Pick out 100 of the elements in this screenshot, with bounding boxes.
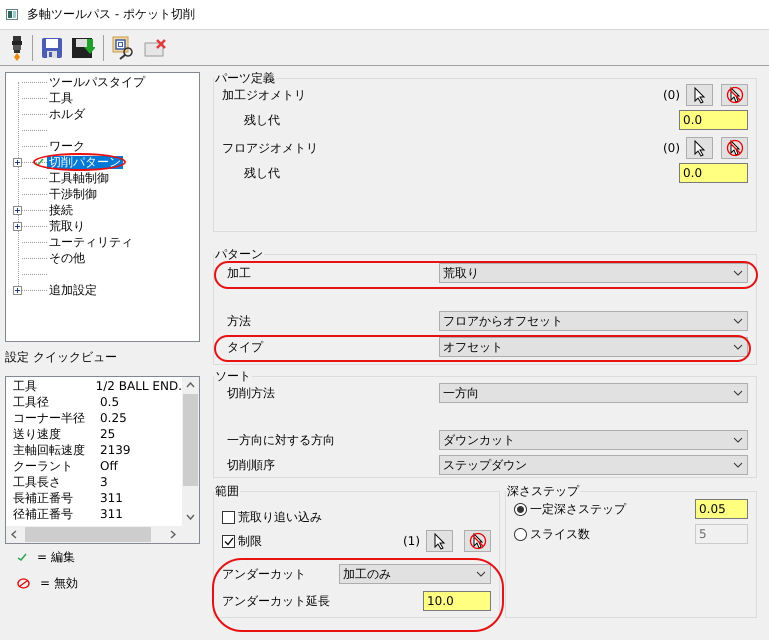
tree-item[interactable]: 追加設定 <box>47 284 99 296</box>
cursor-icon <box>692 86 706 104</box>
property-name: 工具長さ <box>13 474 62 490</box>
property-value: 3 <box>100 475 108 489</box>
save-icon[interactable] <box>41 36 63 58</box>
property-value: 0.25 <box>100 411 127 425</box>
tree-item[interactable]: ツールパスタイプ <box>47 76 147 88</box>
count-label: (1) <box>403 534 420 548</box>
field-label: アンダーカット延長 <box>222 592 330 610</box>
select-button[interactable] <box>426 530 453 552</box>
field-label: フロアジオメトリ <box>222 140 318 156</box>
property-name: 長補正番号 <box>13 490 74 506</box>
property-name: クーラント <box>13 458 74 474</box>
cursor-icon <box>692 140 706 156</box>
tree-item[interactable]: 荒取り <box>47 220 87 232</box>
field-label: 切削順序 <box>227 456 275 474</box>
field-label: 加工ジオメトリ <box>222 86 306 104</box>
chevron-icon <box>733 390 743 396</box>
tree-item[interactable]: その他 <box>47 252 87 264</box>
vertical-scrollbar[interactable] <box>182 377 199 526</box>
clear-button[interactable] <box>721 84 748 106</box>
scrollbar-thumb[interactable] <box>25 527 151 542</box>
tree-item[interactable]: 干渉制御 <box>47 188 99 200</box>
property-value: 311 <box>100 507 123 521</box>
input-field[interactable]: 0.0 <box>679 163 748 183</box>
app-icon <box>6 9 18 20</box>
no-cursor-icon <box>468 532 486 550</box>
dropdown[interactable]: ステップダウン <box>439 455 748 475</box>
property-value: 25 <box>100 427 116 441</box>
no-cursor-icon <box>726 139 744 157</box>
field-label: 残し代 <box>244 112 280 128</box>
input-field[interactable]: 10.0 <box>423 591 491 611</box>
checkmark-icon <box>224 536 234 546</box>
torch-icon[interactable] <box>10 34 24 60</box>
property-value: 1/2 BALL END. <box>96 379 182 393</box>
input-field[interactable]: 0.0 <box>679 110 748 130</box>
field-label: タイプ <box>227 338 263 356</box>
section-title: 設定 クイックビュー <box>5 350 118 364</box>
field-label: 方法 <box>227 312 251 330</box>
tree-item[interactable]: ワーク <box>47 140 87 152</box>
radio-label[interactable]: 一定深さステップ <box>530 500 626 518</box>
chevron-icon <box>733 318 743 324</box>
cursor-icon <box>432 532 446 550</box>
legend-text: = 編集 <box>37 548 75 566</box>
select-button[interactable] <box>686 84 713 106</box>
expand-icon[interactable] <box>13 286 22 294</box>
property-value: 0.5 <box>100 395 120 409</box>
chevron-icon <box>733 437 743 443</box>
tree-item[interactable]: 工具軸制御 <box>47 172 111 184</box>
field-label: 切削方法 <box>227 384 275 402</box>
group-title: パーツ定義 <box>214 72 276 84</box>
property-name: 工具 <box>13 378 38 394</box>
window-close-icon[interactable] <box>144 38 166 56</box>
radio-button[interactable] <box>514 502 527 516</box>
tree-item[interactable]: 接続 <box>47 204 75 216</box>
field-label: 残し代 <box>244 164 280 182</box>
legend-text: = 無効 <box>40 574 78 592</box>
checkbox-label[interactable]: 荒取り追い込み <box>238 508 322 526</box>
clear-button[interactable] <box>464 530 491 552</box>
property-value: 311 <box>100 491 123 505</box>
dropdown[interactable]: ダウンカット <box>439 430 748 450</box>
group-title: パターン <box>214 248 264 260</box>
group-title: 深さステップ <box>506 485 580 497</box>
property-value: 2139 <box>100 443 131 457</box>
chevron-icon <box>476 571 486 577</box>
expand-icon[interactable] <box>13 206 22 214</box>
select-button[interactable] <box>686 137 713 159</box>
count-label: (0) <box>663 141 680 155</box>
dropdown[interactable]: 荒取り <box>439 263 748 283</box>
clear-button[interactable] <box>721 137 748 159</box>
dropdown[interactable]: 一方向 <box>439 383 748 403</box>
dropdown[interactable]: フロアからオフセット <box>439 311 748 331</box>
tree-item[interactable]: ユーティリティ <box>47 236 135 248</box>
field-label: 一方向に対する方向 <box>227 432 335 448</box>
group-title: ソート <box>214 370 252 382</box>
window-title: 多軸ツールパス - ポケット切削 <box>27 6 195 23</box>
tree-item[interactable]: ホルダ <box>47 108 87 120</box>
scrollbar-thumb[interactable] <box>183 394 198 486</box>
expand-icon[interactable] <box>13 158 22 166</box>
field-label: アンダーカット <box>222 566 306 582</box>
input-field[interactable]: 0.05 <box>695 499 748 519</box>
group-title: 範囲 <box>214 485 240 497</box>
dropdown[interactable]: オフセット <box>439 337 748 357</box>
chevron-icon <box>733 270 743 276</box>
checkbox[interactable] <box>222 534 235 548</box>
no-cursor-icon <box>726 86 744 104</box>
property-name: 主軸回転速度 <box>13 442 86 458</box>
property-name: コーナー半径 <box>13 410 86 426</box>
field-label: 加工 <box>227 264 251 282</box>
expand-icon[interactable] <box>13 222 22 230</box>
property-name: 径補正番号 <box>13 506 74 522</box>
count-label: (0) <box>663 88 680 102</box>
checkbox[interactable] <box>222 510 235 524</box>
horizontal-scrollbar[interactable] <box>6 526 182 543</box>
property-name: 送り速度 <box>13 426 62 442</box>
tree-item[interactable]: 工具 <box>47 92 75 104</box>
checkbox-label[interactable]: 制限 <box>238 532 262 550</box>
tree-item[interactable]: 切削パターン <box>47 156 123 168</box>
property-value: Off <box>100 459 118 473</box>
dropdown[interactable]: 加工のみ <box>339 564 491 584</box>
